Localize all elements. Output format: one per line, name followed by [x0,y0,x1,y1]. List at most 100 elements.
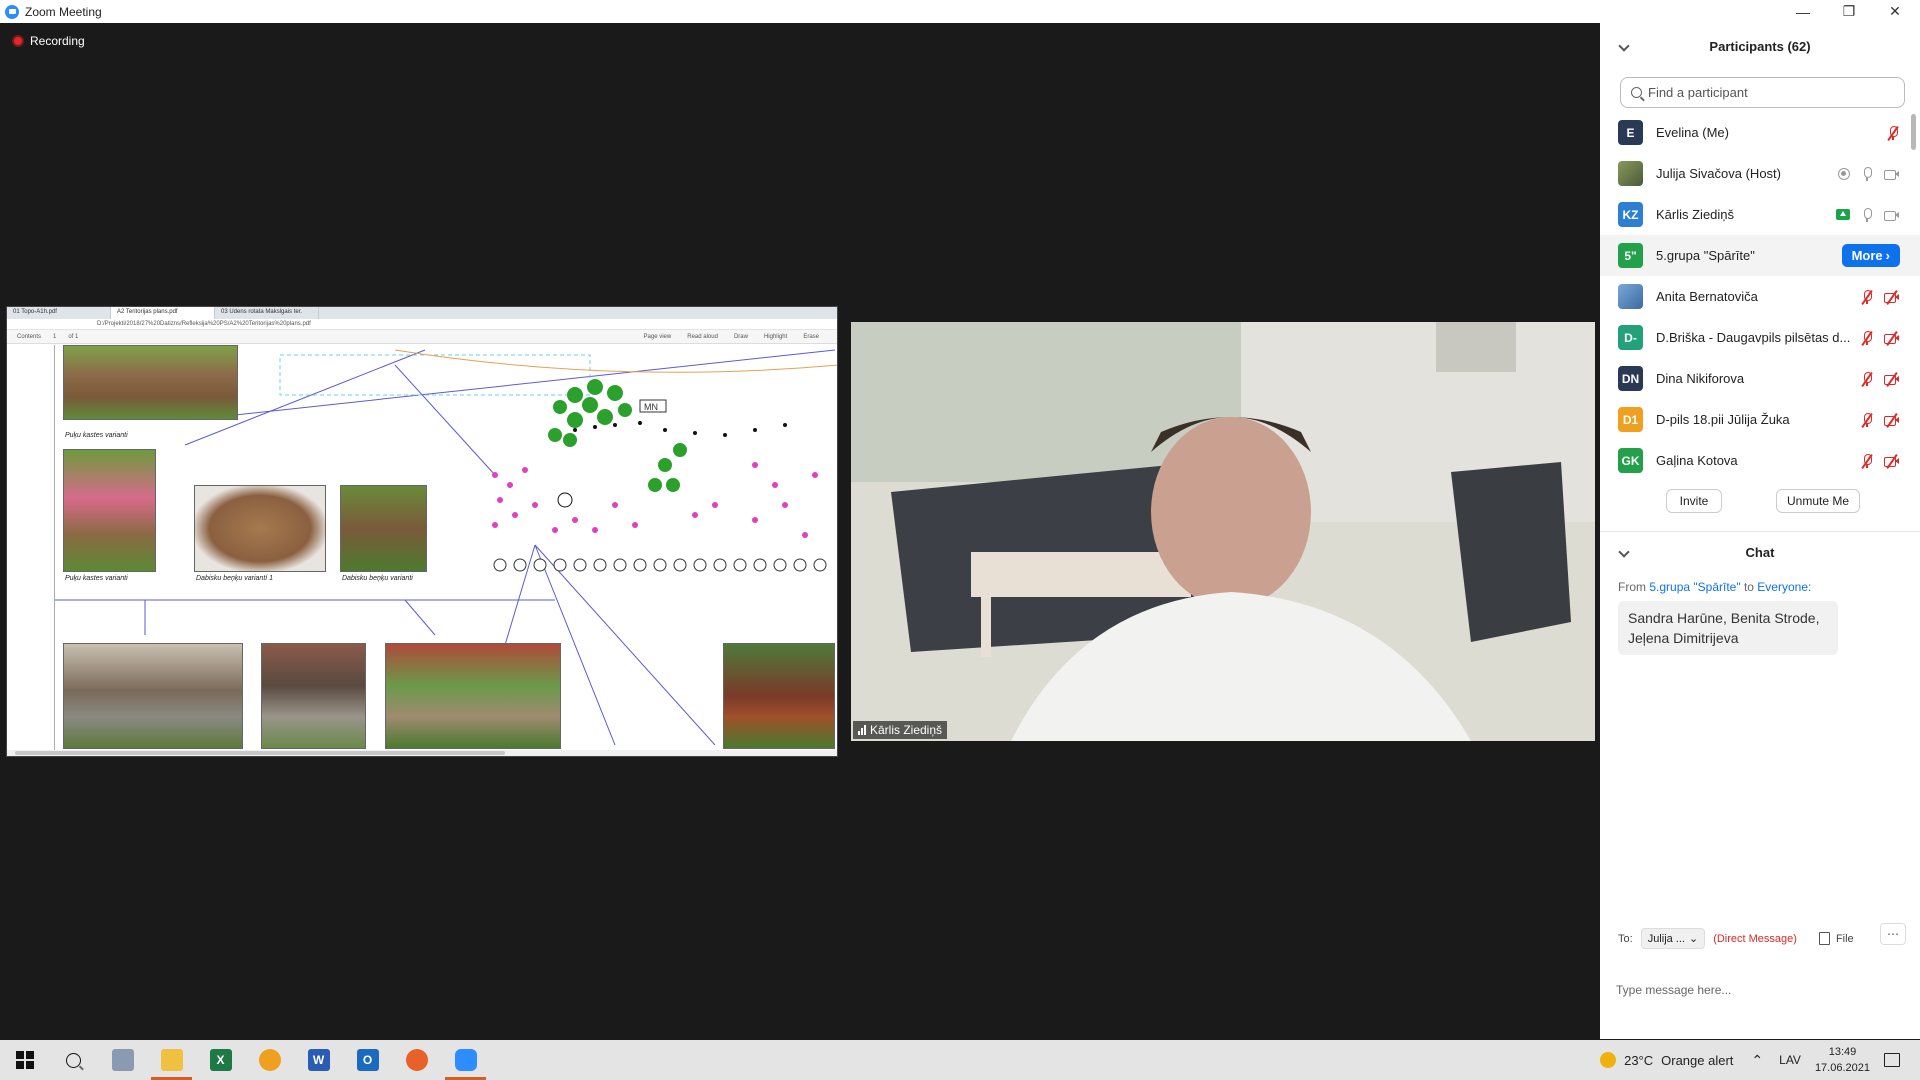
mic-muted-icon[interactable] [1860,412,1874,428]
start-button[interactable] [0,1040,49,1080]
recording-icon [12,35,24,47]
more-button[interactable]: More › [1841,244,1900,267]
taskbar-app-scanner[interactable] [98,1040,147,1080]
avatar: 5" [1618,243,1643,268]
chat-header: Chat [1600,531,1920,573]
windows-logo-icon [15,1051,34,1069]
bench-caption: Dabisku beņķu varianti [342,575,413,582]
video-participant-name: Kārlis Ziediņš [870,723,943,737]
direct-message-label: (Direct Message) [1713,932,1797,945]
draw-button: Draw [733,333,748,340]
chevron-down-icon: ⌄ [1688,933,1699,945]
participant-name: D.Briška - Daugavpils pilsētas d... [1656,330,1851,345]
taskbar-app-chrome[interactable] [245,1040,294,1080]
screen-share-icon [1836,209,1850,220]
video-camera-icon[interactable] [1884,208,1900,222]
close-button[interactable]: ✕ [1872,0,1918,23]
mic-icon[interactable] [1860,207,1874,222]
restore-button[interactable]: ❐ [1826,0,1872,23]
participant-row[interactable]: D1 D-pils 18.pii Jūlija Žuka [1600,399,1920,440]
participant-row[interactable]: GK Gaļina Kotova [1600,440,1920,481]
system-tray: 23°C Orange alert ⌃ LAV 13:49 17.06.2021 [1600,1040,1920,1080]
stump-bench-photo [194,485,326,572]
rock-garden-photo [385,643,561,749]
chat-more-options-button[interactable]: ⋯ [1880,923,1906,945]
notifications-icon[interactable] [1884,1053,1900,1067]
video-off-icon[interactable] [1884,412,1900,428]
unmute-me-button[interactable]: Unmute Me [1776,489,1860,513]
contents-button: Contents [17,333,42,340]
taskbar-app-outlook[interactable]: O [343,1040,392,1080]
clock[interactable]: 13:49 17.06.2021 [1815,1044,1870,1076]
taskbar-app-zoom[interactable] [441,1040,490,1080]
video-off-icon[interactable] [1884,371,1900,387]
video-camera-icon[interactable] [1884,167,1900,181]
collapse-chevron-icon[interactable] [1618,546,1630,558]
participant-row[interactable]: Anita Bernatoviča [1600,276,1920,317]
title-bar: Zoom Meeting — ❐ ✕ [0,0,1920,23]
video-off-icon[interactable] [1884,289,1900,305]
invite-button[interactable]: Invite [1666,489,1722,513]
chat-sender[interactable]: 5.grupa "Spārīte" [1649,580,1740,594]
participant-row[interactable]: D- D.Briška - Daugavpils pilsētas d... [1600,317,1920,358]
participants-title: Participants (62) [1709,38,1811,54]
file-button[interactable]: File [1818,932,1854,945]
mic-muted-icon[interactable] [1860,371,1874,387]
participant-name: Anita Bernatoviča [1656,289,1758,304]
mic-muted-icon[interactable] [1860,453,1874,469]
stump-bench-photo [340,485,427,572]
video-off-icon[interactable] [1884,330,1900,346]
chat-message-input[interactable] [1616,983,1906,997]
collapse-chevron-icon[interactable] [1618,40,1630,52]
taskbar-app-file-explorer[interactable] [147,1040,196,1080]
page-number: 1 [53,333,57,340]
participant-row[interactable]: DN Dina Nikiforova [1600,358,1920,399]
mic-muted-icon[interactable] [1860,289,1874,305]
video-off-icon[interactable] [1884,453,1900,469]
horizontal-scrollbar [7,750,837,756]
language-indicator[interactable]: LAV [1779,1053,1801,1067]
wooden-bridge-photo [723,643,835,749]
participant-row[interactable]: 5" 5.grupa "Spārīte" More › [1600,235,1920,276]
flower-log-caption: Puķu kastes varianti [65,575,128,582]
participant-search[interactable] [1620,77,1905,108]
flower-log-photo [63,345,238,420]
word-icon: W [307,1049,330,1071]
pdf-margin [7,345,55,756]
scanner-icon [111,1049,134,1071]
participant-search-input[interactable] [1648,85,1888,100]
weather-alert[interactable]: Orange alert [1661,1053,1733,1068]
participant-row[interactable]: E Evelina (Me) [1600,112,1920,153]
windows-taskbar: X W O 23°C Orange alert ⌃ LAV 13:49 17.0… [0,1040,1920,1080]
chevron-right-icon: › [1885,248,1890,263]
recording-indicator[interactable]: Recording [12,34,85,48]
bench-caption: Dabisku beņķu variantí 1 [196,575,274,582]
mic-muted-icon[interactable] [1886,125,1900,141]
taskbar-app-firefox[interactable] [392,1040,441,1080]
chevron-up-icon[interactable]: ⌃ [1751,1052,1763,1069]
participant-name: Dina Nikiforova [1656,371,1745,386]
chat-recipient[interactable]: Everyone: [1757,580,1811,594]
participant-row[interactable]: Julija Sivačova (Host) [1600,153,1920,194]
signal-strength-icon [858,725,866,735]
folder-icon [160,1049,183,1071]
page-count: of 1 [68,333,79,340]
search-taskbar-button[interactable] [49,1040,98,1080]
recipient-value: Julija ... [1647,932,1685,945]
participant-video[interactable]: Kārlis Ziediņš [851,322,1595,741]
window-title: Zoom Meeting [25,4,102,19]
chat-message-bubble: Sandra Harūne, Benita Strode, Jeļena Dim… [1618,601,1838,655]
mic-icon[interactable] [1860,166,1874,181]
video-nameplate: Kārlis Ziediņš [853,721,948,739]
recipient-dropdown[interactable]: Julija ... ⌄ [1640,928,1706,949]
browser-tab: 03 Udens rotata Makslgais ter. [215,307,319,319]
weather-temperature[interactable]: 23°C [1624,1053,1653,1068]
participant-row[interactable]: KZ Kārlis Ziediņš [1600,194,1920,235]
participant-name: Julija Sivačova (Host) [1656,166,1781,181]
taskbar-app-excel[interactable]: X [196,1040,245,1080]
taskbar-app-word[interactable]: W [294,1040,343,1080]
participant-name: Gaļina Kotova [1656,453,1738,468]
minimize-button[interactable]: — [1780,0,1826,23]
avatar: E [1618,120,1643,145]
mic-muted-icon[interactable] [1860,330,1874,346]
